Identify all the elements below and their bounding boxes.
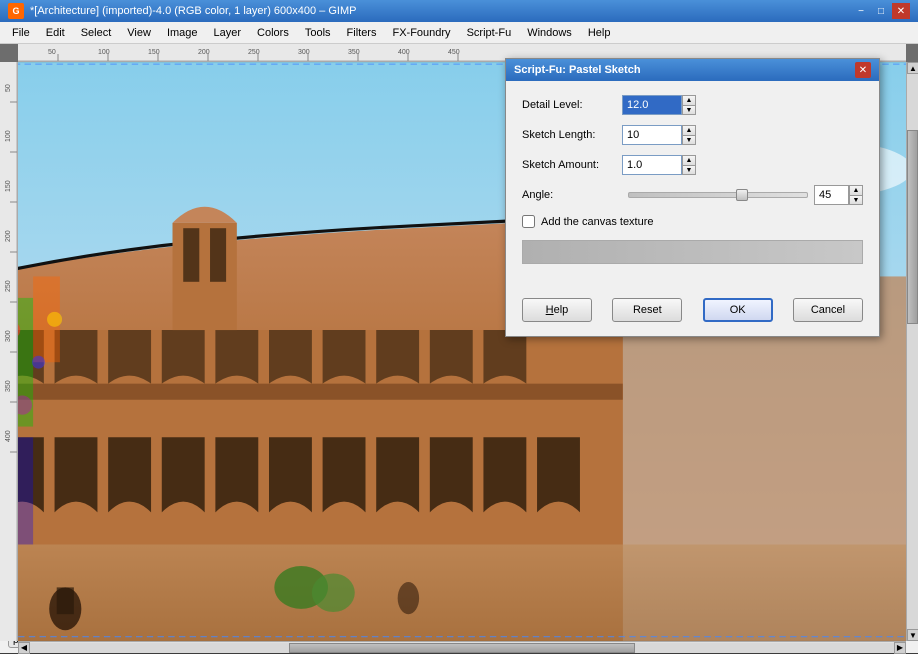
sketch-length-row: Sketch Length: ▲ ▼ [522, 125, 863, 145]
canvas-texture-label: Add the canvas texture [541, 216, 654, 228]
menu-fx-foundry[interactable]: FX-Foundry [384, 22, 458, 43]
svg-text:100: 100 [5, 130, 12, 142]
menu-layer[interactable]: Layer [206, 22, 250, 43]
angle-slider-thumb[interactable] [736, 189, 748, 201]
svg-text:50: 50 [5, 84, 12, 92]
svg-text:300: 300 [5, 330, 12, 342]
v-scroll-track[interactable] [907, 74, 918, 627]
dialog-content: Detail Level: ▲ ▼ Sketch Length: ▲ ▼ [506, 81, 879, 292]
menu-windows[interactable]: Windows [519, 22, 580, 43]
script-fu-dialog: Script-Fu: Pastel Sketch ✕ Detail Level:… [505, 58, 880, 337]
sketch-length-label: Sketch Length: [522, 129, 622, 141]
svg-text:250: 250 [5, 280, 12, 292]
menu-help[interactable]: Help [580, 22, 619, 43]
left-ruler: 50 100 150 200 250 300 350 400 [0, 62, 18, 627]
svg-text:200: 200 [5, 230, 12, 242]
ok-button[interactable]: OK [703, 298, 773, 322]
ok-button-label: OK [730, 304, 746, 316]
angle-up[interactable]: ▲ [849, 185, 863, 195]
sketch-amount-up[interactable]: ▲ [682, 155, 696, 165]
reset-button[interactable]: Reset [612, 298, 682, 322]
svg-text:50: 50 [48, 49, 56, 56]
angle-row: Angle: ▲ ▼ [522, 185, 863, 205]
angle-slider-track[interactable] [628, 192, 808, 198]
menu-tools[interactable]: Tools [297, 22, 339, 43]
app-icon: G [8, 3, 24, 19]
menu-filters[interactable]: Filters [339, 22, 385, 43]
v-scrollbar: ▲ ▼ [906, 62, 918, 627]
detail-level-up[interactable]: ▲ [682, 95, 696, 105]
title-bar-buttons: − □ ✕ [852, 3, 910, 19]
minimize-button[interactable]: − [852, 3, 870, 19]
angle-down[interactable]: ▼ [849, 195, 863, 205]
v-scroll-thumb[interactable] [907, 130, 918, 324]
title-bar-left: G *[Architecture] (imported)-4.0 (RGB co… [8, 3, 356, 19]
sketch-amount-input-group: ▲ ▼ [622, 155, 696, 175]
detail-level-input[interactable] [622, 95, 682, 115]
sketch-length-input-group: ▲ ▼ [622, 125, 696, 145]
sketch-amount-input[interactable] [622, 155, 682, 175]
sketch-amount-spinners: ▲ ▼ [682, 155, 696, 175]
menu-colors[interactable]: Colors [249, 22, 297, 43]
sketch-length-down[interactable]: ▼ [682, 135, 696, 145]
detail-level-input-group: ▲ ▼ [622, 95, 696, 115]
close-button[interactable]: ✕ [892, 3, 910, 19]
svg-text:150: 150 [5, 180, 12, 192]
dialog-close-button[interactable]: ✕ [855, 62, 871, 78]
dialog-title-bar: Script-Fu: Pastel Sketch ✕ [506, 59, 879, 81]
menu-file[interactable]: File [4, 22, 38, 43]
menu-bar: File Edit Select View Image Layer Colors… [0, 22, 918, 44]
sketch-length-input[interactable] [622, 125, 682, 145]
preview-bar [522, 240, 863, 264]
cancel-button[interactable]: Cancel [793, 298, 863, 322]
help-button-label: Help [546, 304, 569, 316]
title-bar: G *[Architecture] (imported)-4.0 (RGB co… [0, 0, 918, 22]
angle-label: Angle: [522, 189, 622, 201]
menu-image[interactable]: Image [159, 22, 206, 43]
menu-select[interactable]: Select [73, 22, 120, 43]
menu-edit[interactable]: Edit [38, 22, 73, 43]
dialog-buttons: Help Reset OK Cancel [506, 292, 879, 336]
svg-text:400: 400 [5, 430, 12, 442]
detail-level-down[interactable]: ▼ [682, 105, 696, 115]
detail-level-spinners: ▲ ▼ [682, 95, 696, 115]
canvas-texture-row: Add the canvas texture [522, 215, 863, 228]
detail-level-row: Detail Level: ▲ ▼ [522, 95, 863, 115]
sketch-amount-label: Sketch Amount: [522, 159, 622, 171]
sketch-length-spinners: ▲ ▼ [682, 125, 696, 145]
scroll-up-arrow[interactable]: ▲ [907, 62, 918, 74]
svg-text:350: 350 [5, 380, 12, 392]
menu-view[interactable]: View [119, 22, 159, 43]
cancel-button-label: Cancel [811, 304, 845, 316]
canvas-texture-checkbox[interactable] [522, 215, 535, 228]
window-title: *[Architecture] (imported)-4.0 (RGB colo… [30, 5, 356, 17]
reset-button-label: Reset [633, 304, 662, 316]
maximize-button[interactable]: □ [872, 3, 890, 19]
sketch-length-up[interactable]: ▲ [682, 125, 696, 135]
dialog-title: Script-Fu: Pastel Sketch [514, 64, 641, 76]
angle-spinners: ▲ ▼ [849, 185, 863, 205]
sketch-amount-down[interactable]: ▼ [682, 165, 696, 175]
menu-script-fu[interactable]: Script-Fu [459, 22, 520, 43]
sketch-amount-row: Sketch Amount: ▲ ▼ [522, 155, 863, 175]
help-button[interactable]: Help [522, 298, 592, 322]
detail-level-label: Detail Level: [522, 99, 622, 111]
angle-value-input[interactable] [814, 185, 849, 205]
